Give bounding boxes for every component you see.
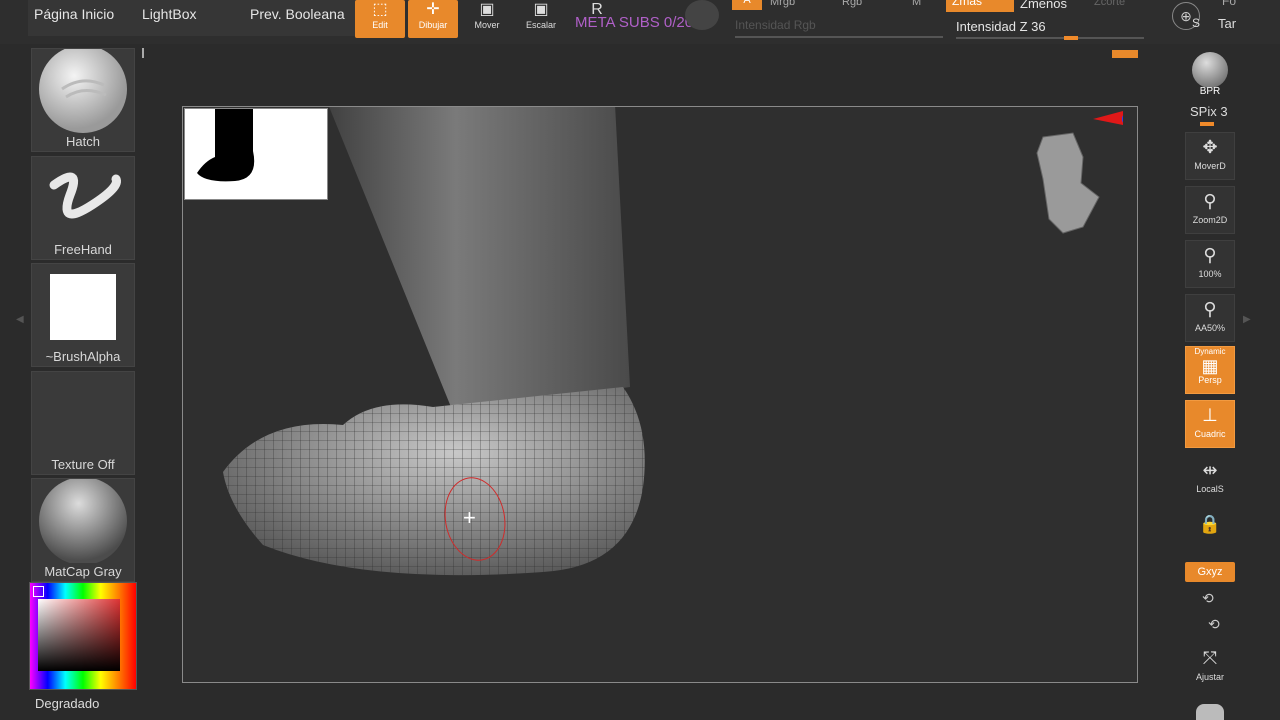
focal-cut-label: Fo <box>1222 0 1237 8</box>
home-page-label: Página Inicio <box>34 6 115 22</box>
brush-alpha-tile[interactable]: ~BrushAlpha <box>31 263 135 367</box>
left-shelf: Hatch FreeHand ~BrushAlpha Texture Off M… <box>0 44 140 720</box>
right-shelf: BPR SPix 3 ✥ MoverD ⚲ Zoom2D ⚲ 100% ⚲ AA50% … <box>1180 44 1240 720</box>
rgb-intensity-slider[interactable] <box>735 36 943 38</box>
rotate-z-icon[interactable]: ⟲ <box>1208 616 1220 633</box>
spix-label: SPix 3 <box>1190 104 1228 119</box>
color-picker[interactable] <box>29 582 137 690</box>
hatch-brush-tile[interactable]: Hatch <box>31 48 135 152</box>
perspective-button[interactable]: Dynamic ▦ Persp <box>1185 346 1235 394</box>
zoom100-button[interactable]: ⚲ 100% <box>1185 240 1235 288</box>
rgb-toggle[interactable]: Rgb <box>842 0 862 8</box>
z-intensity-slider[interactable] <box>956 37 1144 39</box>
color-saturation-square[interactable] <box>38 599 120 671</box>
floor-grid-button[interactable]: ⊥ Cuadric <box>1185 400 1235 448</box>
local-symmetry-icon: ⇹ <box>1202 460 1218 480</box>
target-cut-label: Tar <box>1218 16 1237 31</box>
move-tool-button[interactable]: ▣ Mover <box>462 0 512 38</box>
zoom100-icon: ⚲ <box>1203 245 1217 265</box>
alpha-swatch <box>50 274 116 340</box>
zoom2d-icon: ⚲ <box>1203 191 1217 211</box>
spix-slider-knob[interactable] <box>1200 122 1214 126</box>
bpr-render-button[interactable]: BPR <box>1185 50 1235 100</box>
bpr-sphere-icon <box>1192 52 1228 88</box>
a-toggle[interactable]: A <box>732 0 762 10</box>
navigation-thumbnail[interactable] <box>184 108 328 200</box>
gradient-label: Degradado <box>35 696 100 711</box>
draw-tool-button[interactable]: ✛ Dibujar <box>408 0 458 38</box>
lightbox-button[interactable]: LightBox <box>136 0 244 36</box>
lock-button[interactable]: 🔒 <box>1185 510 1235 558</box>
fit-button[interactable]: ⤧ Ajustar <box>1185 644 1235 692</box>
texture-tile[interactable]: Texture Off <box>31 371 135 475</box>
zcut-toggle[interactable]: Zcorte <box>1094 0 1125 8</box>
aa50-button[interactable]: ⚲ AA50% <box>1185 294 1235 342</box>
freehand-label: FreeHand <box>54 242 112 257</box>
xyz-symmetry-toggle[interactable]: Gxyz <box>1185 562 1235 582</box>
zoom2d-button[interactable]: ⚲ Zoom2D <box>1185 186 1235 234</box>
m-toggle[interactable]: M <box>912 0 921 8</box>
thumbnail-silhouette <box>197 109 255 182</box>
floor-grid-icon: ⊥ <box>1202 405 1218 425</box>
matcap-sphere-icon <box>39 479 127 563</box>
brush-crosshair-icon: + <box>463 505 476 530</box>
zadd-toggle[interactable]: Zmas <box>946 0 1014 12</box>
matcap-label: MatCap Gray <box>44 564 122 579</box>
perspective-icon: ▦ <box>1201 356 1219 376</box>
ruler-marker[interactable] <box>1112 50 1138 58</box>
z-intensity-knob[interactable] <box>1064 36 1078 40</box>
horizontal-ruler <box>142 48 1138 58</box>
ruler-start-tick <box>142 48 144 58</box>
orientation-head-gizmo[interactable] <box>1023 107 1123 247</box>
freehand-stroke-icon <box>49 172 121 219</box>
lock-icon: 🔒 <box>1198 514 1222 534</box>
top-toolbar: Página Inicio LightBox Prev. Booleana ⬚ E… <box>0 0 1280 44</box>
fit-icon: ⤧ <box>1202 648 1218 668</box>
move-doc-button[interactable]: ✥ MoverD <box>1185 132 1235 180</box>
move-icon: ▣ <box>479 1 495 18</box>
brush-alpha-label: ~BrushAlpha <box>45 349 121 364</box>
scale-icon: ▣ <box>533 1 549 18</box>
canvas-viewport[interactable]: + <box>182 106 1138 683</box>
z-intensity-label: Intensidad Z 36 <box>956 19 1046 34</box>
left-collapse-arrow-icon[interactable]: ◀ <box>16 314 24 325</box>
s-label: S <box>1192 16 1201 30</box>
boolean-preview-button[interactable]: Prev. Booleana <box>244 0 360 36</box>
edit-icon: ⬚ <box>372 1 388 18</box>
draw-icon: ✛ <box>426 1 440 18</box>
rotate-y-icon[interactable]: ⟲ <box>1202 590 1214 607</box>
scale-tool-button[interactable]: ▣ Escalar <box>516 0 566 38</box>
local-symmetry-button[interactable]: ⇹ LocalS <box>1185 456 1235 504</box>
move-doc-icon: ✥ <box>1202 137 1218 157</box>
rgb-intensity-label: Intensidad Rgb <box>735 18 816 32</box>
mrgb-toggle[interactable]: Mrgb <box>770 0 795 8</box>
zsub-toggle[interactable]: Zmenos <box>1020 0 1067 11</box>
boolean-preview-label: Prev. Booleana <box>250 6 345 22</box>
hatch-brush-icon <box>39 49 127 133</box>
freehand-stroke-tile[interactable]: FreeHand <box>31 156 135 260</box>
s-curve-icon[interactable] <box>685 0 719 30</box>
meta-subs-label: META SUBS 0/20 <box>575 14 694 31</box>
hatch-label: Hatch <box>66 134 100 149</box>
texture-label: Texture Off <box>51 457 115 472</box>
edit-tool-button[interactable]: ⬚ Edit <box>355 0 405 38</box>
lightbox-label: LightBox <box>142 6 197 22</box>
aa50-icon: ⚲ <box>1203 299 1217 319</box>
scroll-view-icon[interactable] <box>1196 704 1224 720</box>
primary-color-swatch[interactable] <box>33 586 44 597</box>
right-collapse-arrow-icon[interactable]: ▶ <box>1243 314 1251 325</box>
home-page-button[interactable]: Página Inicio <box>28 0 144 36</box>
matcap-tile[interactable]: MatCap Gray <box>31 478 135 582</box>
